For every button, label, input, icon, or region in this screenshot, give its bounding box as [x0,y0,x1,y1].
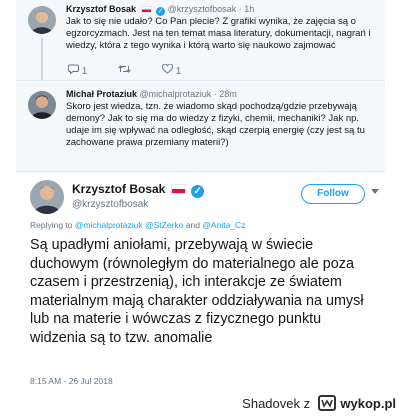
mention-link[interactable]: @Anita_Cz [202,220,245,230]
tweet-time[interactable]: · 1h [239,4,255,14]
credit-separator: z [303,396,311,411]
verified-badge-icon: ✓ [191,185,205,198]
replying-prefix: Replying to [30,220,73,230]
avatar[interactable] [30,180,64,214]
thread-tweet-1[interactable]: Krzysztof Bosak ✓ @krzysztofbosak · 1h J… [16,0,385,81]
author-handle[interactable]: @michalprotaziuk [140,89,212,99]
reply-count: 1 [81,65,88,77]
site-name: wykop.pl [340,396,396,411]
thread-connector [41,38,43,80]
like-count: 1 [175,65,182,77]
wykop-logo-icon [317,395,336,411]
tweet-header: Krzysztof Bosak ✓ @krzysztofbosak · 1h [66,4,375,16]
reply-button[interactable]: 1 [68,64,87,77]
watermark: Shadovek z wykop.pl [242,394,396,414]
author-name[interactable]: Krzysztof Bosak ✓ [72,182,205,198]
retweet-icon [118,65,131,73]
heart-icon [161,63,173,74]
tweet-timestamp[interactable]: 8:15 AM - 26 Jul 2018 [30,376,113,386]
author-name-text: Krzysztof Bosak [72,182,166,196]
tweet-text: Skoro jest wiedza, tzn. że wiadomo skąd … [66,101,365,148]
thread-tweet-2[interactable]: Michał Protaziuk @michalprotaziuk · 28m … [16,81,385,172]
and-word: and [185,220,200,230]
replying-to: Replying to @michalprotaziuk @StZerko an… [30,220,245,230]
tweet-text: Są upadłymi aniołami, przebywają w świec… [30,237,364,346]
retweet-button[interactable] [118,64,131,77]
author-handle[interactable]: @krzysztofbosak [168,4,237,14]
like-button[interactable]: 1 [161,63,182,77]
author-credit: Shadovek [242,396,300,411]
main-tweet: Krzysztof Bosak ✓ @krzysztofbosak Follow… [16,172,385,390]
tweet-actions: 1 1 [68,63,182,77]
author-name[interactable]: Michał Protaziuk [66,89,137,99]
tweet-time[interactable]: · 28m [214,89,237,99]
tweet-header: Michał Protaziuk @michalprotaziuk · 28m [66,89,375,100]
poland-flag-icon [170,184,186,194]
chevron-down-icon[interactable] [371,189,379,194]
tweet-card: Krzysztof Bosak ✓ @krzysztofbosak · 1h J… [16,0,385,390]
mention-link[interactable]: @StZerko [145,220,183,230]
follow-button[interactable]: Follow [301,184,365,204]
poland-flag-icon [140,6,152,13]
author-name[interactable]: Krzysztof Bosak [66,4,136,14]
author-handle[interactable]: @krzysztofbosak [72,199,148,210]
avatar[interactable] [28,91,56,119]
tweet-text: Jak to się nie udało? Co Pan plecie? Z g… [66,16,371,51]
mention-link[interactable]: @michalprotaziuk [75,220,143,230]
verified-badge-icon: ✓ [156,7,166,16]
avatar[interactable] [28,6,56,34]
reply-icon [68,64,79,75]
